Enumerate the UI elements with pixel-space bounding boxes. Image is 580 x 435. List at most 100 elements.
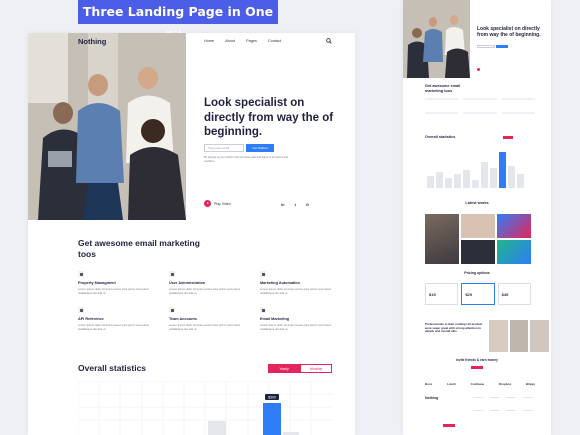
preview-email-input[interactable] bbox=[477, 45, 495, 48]
chart-badge: $300 bbox=[268, 396, 276, 400]
feature-desc: Lorem ipsum dolor sit amet consec pius p… bbox=[169, 323, 241, 331]
team-photo bbox=[509, 320, 529, 352]
monthly-tab[interactable]: Monthly bbox=[300, 364, 332, 373]
play-video-button[interactable]: Play Video bbox=[204, 200, 231, 207]
feature-item: API Reference Lorem ipsum dolor sit amet… bbox=[78, 307, 161, 331]
feature-item: Marketing Automation Lorem ipsum dolor s… bbox=[260, 271, 343, 295]
feature-desc: Lorem ipsum dolor sit amet consec pius p… bbox=[78, 287, 150, 295]
feature-title: Property Managment bbox=[78, 281, 116, 285]
team-photo bbox=[530, 320, 550, 352]
preview-stats-heading: Overall statistics bbox=[425, 135, 456, 139]
preview-footer-links bbox=[473, 397, 533, 411]
feature-title: Team Accounts bbox=[169, 317, 197, 321]
preview-bar bbox=[463, 170, 470, 188]
price-card[interactable]: $49 bbox=[497, 283, 531, 305]
chart-bar bbox=[208, 421, 226, 435]
feature-desc: Lorem ipsum dolor sit amet consec pius p… bbox=[260, 287, 332, 295]
brand-logo[interactable]: Nothing bbox=[78, 37, 106, 46]
logo-bitpay: Bitpay bbox=[525, 382, 535, 386]
period-toggle: Yearly Monthly bbox=[268, 364, 332, 373]
work-image[interactable] bbox=[461, 214, 495, 238]
yearly-tab[interactable]: Yearly bbox=[268, 364, 300, 373]
preview-invite-button[interactable] bbox=[471, 366, 483, 369]
preview-feature bbox=[501, 111, 535, 121]
full-page-preview: Look specialist on directly from way the… bbox=[403, 0, 551, 435]
preview-cta-button[interactable] bbox=[496, 45, 508, 48]
nav-home[interactable]: Home bbox=[204, 39, 214, 43]
play-video-label: Play Video bbox=[214, 201, 231, 206]
statistics-chart: $300 bbox=[78, 381, 333, 435]
preview-toggle[interactable] bbox=[503, 136, 513, 139]
work-image[interactable] bbox=[461, 240, 495, 264]
preview-invite-heading: Invite friends & earn money bbox=[456, 358, 498, 362]
linkedin-icon[interactable]: in bbox=[281, 202, 285, 207]
feature-desc: Lorem ipsum dolor sit amet consec pius p… bbox=[78, 323, 150, 331]
preview-logos: Boxs Lunch Coinbase Dropbox Bitpay bbox=[425, 382, 535, 386]
play-icon bbox=[204, 200, 211, 207]
preview-bar bbox=[508, 166, 515, 188]
twitter-icon[interactable]: t bbox=[295, 202, 296, 207]
feature-title: User Administration bbox=[169, 281, 206, 285]
automation-icon bbox=[260, 271, 266, 277]
feature-desc: Lorem ipsum dolor sit amet consec pius p… bbox=[260, 323, 332, 331]
price-card[interactable]: $19 bbox=[425, 283, 459, 305]
preview-bar bbox=[427, 176, 434, 188]
building-icon bbox=[78, 271, 84, 277]
footer-column bbox=[489, 397, 500, 411]
preview-footer-button[interactable] bbox=[443, 424, 455, 427]
feature-item: Team Accounts Lorem ipsum dolor sit amet… bbox=[169, 307, 252, 331]
feature-desc: Lorem ipsum dolor sit amet consec pius p… bbox=[169, 287, 241, 295]
preview-feature bbox=[463, 111, 497, 121]
work-image[interactable] bbox=[497, 240, 531, 264]
feature-item: Email Marketing Lorem ipsum dolor sit am… bbox=[260, 307, 343, 331]
preview-team-heading: Professionals in their nothing! all prod… bbox=[425, 322, 483, 334]
feature-item: Property Managment Lorem ipsum dolor sit… bbox=[78, 271, 161, 295]
statistics-heading: Overall statistics bbox=[78, 363, 147, 373]
footer-column bbox=[522, 397, 533, 411]
nav-contact[interactable]: Contact bbox=[268, 39, 281, 43]
preview-feature bbox=[463, 98, 497, 107]
nav-pages[interactable]: Pages bbox=[246, 39, 257, 43]
email-input[interactable]: Type your email bbox=[204, 144, 244, 152]
price-card[interactable]: $29 bbox=[461, 283, 495, 305]
feature-item: User Administration Lorem ipsum dolor si… bbox=[169, 271, 252, 295]
team-icon bbox=[169, 307, 175, 313]
preview-bar-highlight bbox=[499, 152, 506, 188]
preview-chart bbox=[427, 152, 524, 188]
feature-title: Marketing Automation bbox=[260, 281, 300, 285]
landing-page-preview: Nothing Home About Pages Contact Look sp… bbox=[28, 33, 355, 435]
logo-dropbox: Dropbox bbox=[498, 382, 512, 386]
get-started-button[interactable]: Get Started bbox=[246, 144, 274, 152]
preview-feature bbox=[425, 111, 459, 121]
preview-features-heading: Get awesome email marketing toos bbox=[425, 84, 461, 93]
google-icon[interactable]: G bbox=[306, 202, 309, 207]
preview-pricing-heading: Pricing options bbox=[464, 271, 490, 275]
preview-bar bbox=[436, 172, 443, 188]
preview-pricing-cards: $19 $29 $49 bbox=[425, 283, 531, 305]
feature-title: Email Marketing bbox=[260, 317, 290, 321]
logo-coinbase: Coinbase bbox=[470, 382, 485, 386]
social-links: in t G bbox=[281, 202, 309, 207]
preview-hero-heading: Look specialist on directly from way the… bbox=[477, 26, 541, 38]
hero-heading: Look specialist on directly from way the… bbox=[204, 97, 334, 138]
logo-lunch: Lunch bbox=[447, 382, 456, 386]
search-icon[interactable] bbox=[326, 38, 332, 44]
preview-bar bbox=[445, 178, 452, 188]
features-grid: Property Managment Lorem ipsum dolor sit… bbox=[78, 271, 343, 331]
work-image[interactable] bbox=[497, 214, 531, 238]
preview-play-icon[interactable] bbox=[477, 68, 480, 71]
chart-bar-highlight bbox=[263, 403, 281, 435]
preview-works-grid bbox=[425, 214, 531, 264]
nav-about[interactable]: About bbox=[225, 39, 235, 43]
team-photo bbox=[489, 320, 508, 352]
logo-boxs: Boxs bbox=[425, 382, 433, 386]
chart-grid bbox=[78, 381, 333, 435]
preview-team-photos bbox=[489, 320, 550, 352]
preview-bar bbox=[454, 174, 461, 188]
preview-bar bbox=[481, 162, 488, 188]
work-image[interactable] bbox=[425, 214, 459, 264]
preview-feature bbox=[501, 98, 535, 107]
user-icon bbox=[169, 271, 175, 277]
preview-features-grid bbox=[425, 98, 535, 120]
preview-works-heading: Latest works bbox=[465, 201, 489, 205]
